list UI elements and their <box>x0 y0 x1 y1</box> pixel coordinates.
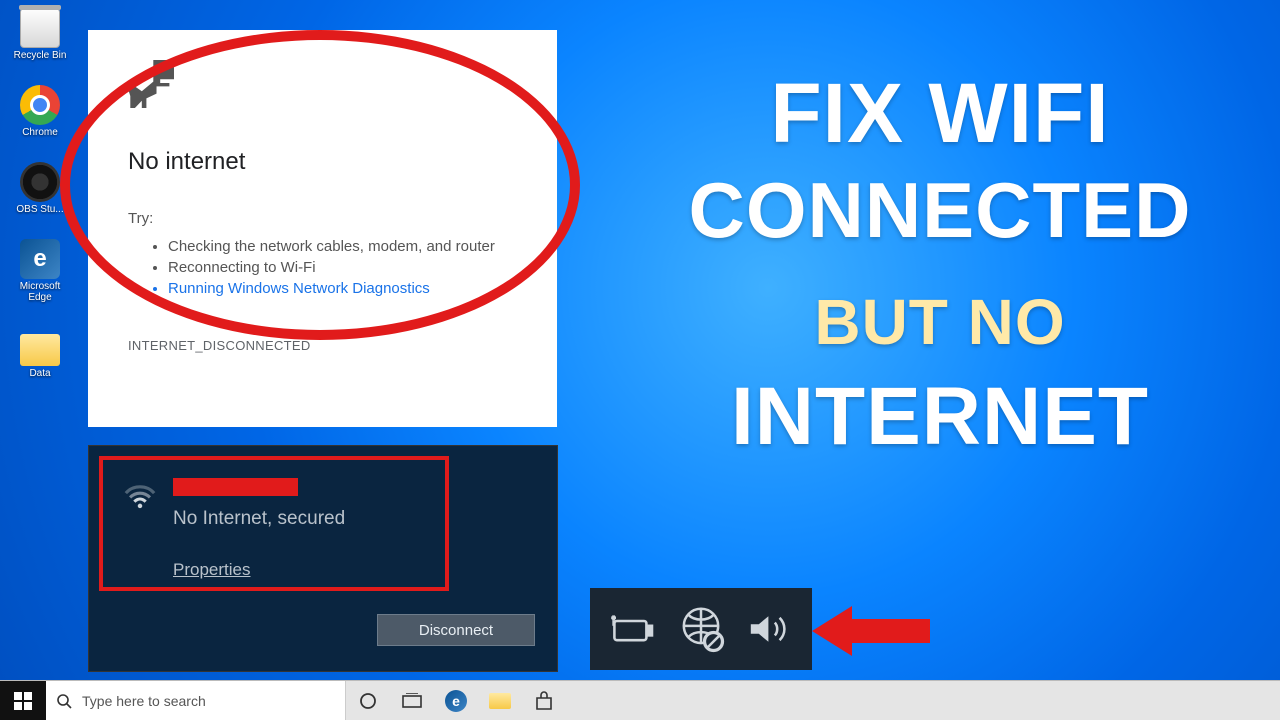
desktop-icon-recycle-bin[interactable]: Recycle Bin <box>10 8 70 61</box>
desktop-label: Chrome <box>10 127 70 138</box>
dino-icon <box>128 60 174 108</box>
search-placeholder: Type here to search <box>82 693 206 709</box>
chrome-error-panel: No internet Try: Checking the network ca… <box>88 30 557 427</box>
task-view-button[interactable] <box>390 681 434 720</box>
desktop-label: Recycle Bin <box>10 50 70 61</box>
edge-icon: e <box>20 239 60 279</box>
edge-icon: e <box>445 690 467 712</box>
task-view-icon <box>402 693 422 709</box>
battery-icon <box>608 610 656 648</box>
volume-icon <box>746 609 794 649</box>
obs-icon <box>20 162 60 202</box>
globe-no-internet-icon <box>676 604 726 654</box>
search-icon <box>56 693 72 709</box>
cortana-button[interactable] <box>346 681 390 720</box>
headline-line4: INTERNET <box>640 370 1240 464</box>
error-code: INTERNET_DISCONNECTED <box>128 338 311 353</box>
folder-icon <box>489 693 511 709</box>
wifi-status: No Internet, secured <box>173 508 345 530</box>
taskbar-edge[interactable]: e <box>434 681 478 720</box>
desktop-icon-folder[interactable]: Data <box>10 328 70 379</box>
taskbar-explorer[interactable] <box>478 681 522 720</box>
desktop-label: OBS Stu... <box>10 204 70 215</box>
headline-line2: CONNECTED <box>640 165 1240 256</box>
suggestion-list: Checking the network cables, modem, and … <box>168 238 495 301</box>
wifi-icon <box>123 482 157 510</box>
folder-icon <box>20 334 60 366</box>
headline-line1: FIX WIFI <box>640 65 1240 162</box>
store-icon <box>534 691 554 711</box>
desktop-icon-edge[interactable]: e Microsoft Edge <box>10 239 70 303</box>
error-title: No internet <box>128 148 245 176</box>
disconnect-button[interactable]: Disconnect <box>377 614 535 646</box>
highlight-box: No Internet, secured Properties <box>99 456 449 591</box>
desktop-label: Microsoft Edge <box>10 281 70 303</box>
headline-line3: BUT NO <box>640 285 1240 359</box>
try-label: Try: <box>128 210 153 227</box>
chrome-icon <box>20 85 60 125</box>
desktop-label: Data <box>10 368 70 379</box>
diagnostics-link[interactable]: Running Windows Network Diagnostics <box>168 280 495 297</box>
taskbar: Type here to search e <box>0 680 1280 720</box>
desktop-icon-obs[interactable]: OBS Stu... <box>10 162 70 215</box>
properties-link[interactable]: Properties <box>173 560 250 580</box>
ssid-redacted <box>173 478 298 496</box>
windows-icon <box>14 692 32 710</box>
taskbar-store[interactable] <box>522 681 566 720</box>
cortana-icon <box>359 692 377 710</box>
arrow-annotation <box>812 601 932 661</box>
tray-icons-detail <box>590 588 812 670</box>
wifi-flyout-panel: No Internet, secured Properties Disconne… <box>88 445 558 672</box>
search-box[interactable]: Type here to search <box>46 681 346 720</box>
recycle-bin-icon <box>20 8 60 48</box>
suggestion-item: Reconnecting to Wi-Fi <box>168 259 495 276</box>
start-button[interactable] <box>0 681 46 720</box>
suggestion-item: Checking the network cables, modem, and … <box>168 238 495 255</box>
desktop-icon-chrome[interactable]: Chrome <box>10 85 70 138</box>
